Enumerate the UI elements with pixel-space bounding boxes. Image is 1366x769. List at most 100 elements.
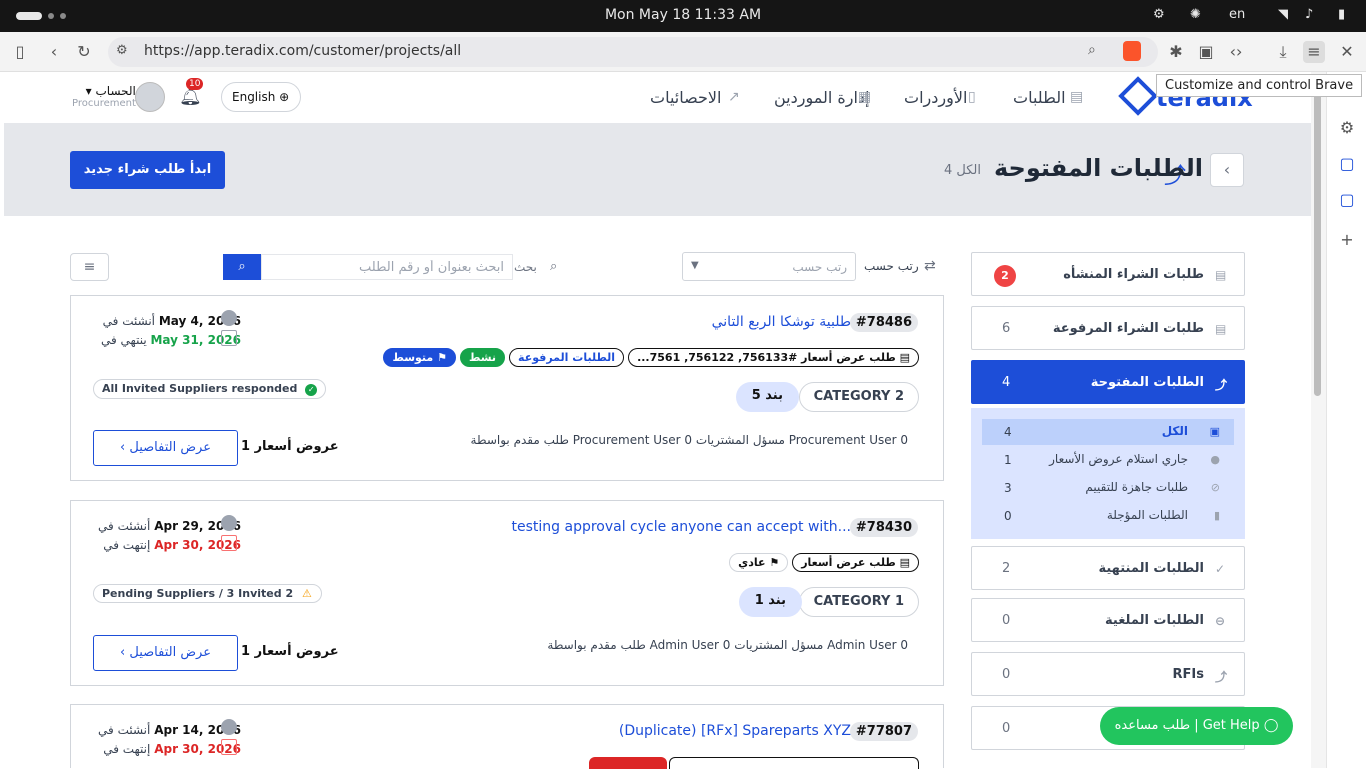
category-pill: CATEGORY 1 — [798, 587, 919, 617]
request-id: #78486 — [849, 313, 918, 332]
menu-icon[interactable]: ≡ — [1303, 41, 1325, 63]
offers-count[interactable]: 1 عروض أسعار — [241, 439, 339, 454]
check-circle-icon: ✓ — [1215, 562, 1226, 576]
inbox-icon: ▤ — [1215, 322, 1227, 336]
wallet-icon[interactable]: ▣ — [1195, 41, 1217, 63]
tag-list: ▤ طلب عرض أسعار #756133, 756122, 7561...… — [383, 348, 919, 367]
page-banner: ‹ ⤴ الطلبات المفتوحة 4 الكل ابدأ طلب شرا… — [4, 124, 1311, 216]
volume-icon[interactable]: ♪ — [1305, 7, 1313, 22]
draft-count-badge: 2 — [994, 265, 1016, 287]
wifi-icon[interactable]: ◥ — [1278, 7, 1288, 22]
sidebar-item-open-requests[interactable]: ⤴ الطلبات المفتوحة 4 — [971, 360, 1245, 404]
priority-tag: ⚑ متوسط — [383, 348, 456, 367]
sidebar-item-ended-requests[interactable]: ✓ الطلبات المنتهية 2 — [971, 546, 1245, 590]
os-language[interactable]: en — [1229, 7, 1245, 22]
nav-orders[interactable]: الأوردرات — [904, 88, 967, 107]
rfq-tag[interactable]: ▤ طلب عرض أسعار #756133, 756122, 7561... — [628, 348, 919, 367]
clock-icon — [221, 719, 237, 735]
eye-off-icon: ⊘ — [1210, 481, 1220, 494]
table-icon: ▦ — [858, 89, 872, 105]
logo-mark — [1118, 76, 1158, 116]
submitted-tag: الطلبات المرفوعة — [509, 348, 625, 367]
menu-tooltip: Customize and control Brave — [1156, 74, 1363, 97]
whatsapp-icon: ◯ — [1263, 718, 1279, 733]
request-card: #78486 طلبية توشكا الربع التاني ▤ طلب عر… — [70, 295, 944, 481]
browser-side-panel: ⚙ ▢ ▢ + — [1326, 72, 1366, 768]
sidebar-item-rfis[interactable]: ⤴ RFIs 0 — [971, 652, 1245, 696]
open-requests-subnav: ▣ الكل 4 ● جاري استلام عروض الأسعار 1 ⊘ طلبات… — [971, 408, 1245, 539]
address-bar[interactable]: ⚙ https://app.teradix.com/customer/proje… — [108, 37, 1158, 67]
add-icon[interactable]: + — [1337, 230, 1357, 250]
chart-icon: ↗ — [728, 89, 740, 105]
rfq-tag[interactable] — [669, 757, 919, 769]
reload-icon[interactable]: ↻ — [73, 41, 95, 63]
chat-icon[interactable]: ▢ — [1337, 154, 1357, 174]
subnav-item-receiving-quotes[interactable]: ● جاري استلام عروض الأسعار 1 — [982, 447, 1234, 473]
request-title[interactable]: طلبية توشكا الربع التاني — [712, 314, 851, 330]
view-menu-button[interactable]: ≡ — [70, 253, 109, 281]
brave-shields-icon[interactable] — [1123, 41, 1141, 61]
drop-icon: ● — [1210, 453, 1220, 466]
close-window-icon[interactable]: ✕ — [1336, 41, 1358, 63]
site-settings-icon[interactable]: ⚙ — [116, 43, 128, 58]
search-button[interactable]: ⌕ — [223, 254, 261, 280]
sidebar-item-submitted-requests[interactable]: ▤ طلبات الشراء المرفوعة 6 — [971, 306, 1245, 350]
search-label: بحث — [514, 260, 537, 274]
clock-icon — [221, 310, 237, 326]
view-details-button[interactable]: ‹ عرض التفاصيل — [93, 430, 238, 466]
settings-icon[interactable]: ⚙ — [1153, 7, 1165, 22]
account-menu[interactable]: ▾ الحساب Procurement — [72, 84, 136, 109]
briefcase-icon: ▣ — [1209, 425, 1220, 438]
request-title[interactable]: testing approval cycle anyone can accept… — [512, 519, 852, 535]
brightness-icon[interactable]: ✺ — [1190, 7, 1201, 22]
tag-list: ▤ طلب عرض أسعار ⚑ عادي — [729, 553, 919, 572]
new-purchase-request-button[interactable]: ابدأ طلب شراء جديد — [70, 151, 225, 189]
inbox-icon: ▤ — [1070, 89, 1084, 105]
sort-select[interactable]: ▼ رتب حسب — [682, 252, 856, 281]
back-icon[interactable]: ‹ — [43, 41, 65, 63]
priority-tag — [589, 757, 667, 769]
language-toggle[interactable]: English ⊕ — [221, 82, 301, 112]
url-text[interactable]: https://app.teradix.com/customer/project… — [144, 43, 461, 59]
browser-toolbar: ▯ ‹ ↻ ⚙ https://app.teradix.com/customer… — [0, 32, 1366, 72]
chevron-down-icon: ▼ — [691, 260, 699, 271]
scroll-thumb[interactable] — [1314, 76, 1321, 396]
battery-icon[interactable]: ▮ — [1338, 7, 1345, 22]
request-card: #78430 testing approval cycle anyone can… — [70, 500, 944, 686]
gear-icon[interactable]: ⚙ — [1337, 118, 1357, 138]
extensions-icon[interactable]: ✱ — [1165, 41, 1187, 63]
scrollbar[interactable] — [1311, 72, 1326, 768]
account-role: Procurement — [72, 98, 136, 109]
get-help-button[interactable]: طلب مساعده | Get Help ◯ — [1100, 707, 1293, 745]
rfq-tag[interactable]: ▤ طلب عرض أسعار — [792, 553, 919, 572]
request-title[interactable]: (Duplicate) [RFx] Spareparts XYZ — [619, 723, 851, 739]
subnav-item-postponed[interactable]: ▮ الطلبات المؤجلة 0 — [982, 503, 1234, 529]
language-label: English — [232, 90, 276, 104]
search-icon: ⌕ — [550, 259, 558, 274]
sidebar-item-draft-requests[interactable]: ▤ طلبات الشراء المنشأه 2 — [971, 252, 1245, 296]
app-header: teradix الطلبات ▤ الأوردرات ▯ إدارة المو… — [4, 72, 1311, 124]
account-label: الحساب — [95, 84, 136, 98]
subnav-item-ready-evaluation[interactable]: ⊘ طلبات جاهزة للتقييم 3 — [982, 475, 1234, 501]
collapse-sidebar-button[interactable]: ‹ — [1210, 153, 1244, 187]
minus-circle-icon: ⊖ — [1215, 614, 1226, 628]
download-icon[interactable]: ⤓ — [1272, 41, 1294, 63]
category-pill: CATEGORY 2 — [798, 382, 919, 412]
view-details-button[interactable]: ‹ عرض التفاصيل — [93, 635, 238, 671]
search-input[interactable] — [261, 254, 513, 280]
nav-statistics[interactable]: الاحصائيات — [650, 88, 721, 107]
offers-count[interactable]: 1 عروض أسعار — [241, 644, 339, 659]
zoom-icon[interactable]: ⌕ — [1088, 42, 1096, 58]
chat-icon[interactable]: ▢ — [1337, 190, 1357, 210]
dev-tools-icon[interactable]: ‹› — [1225, 41, 1247, 63]
nav-requests[interactable]: الطلبات — [1013, 88, 1066, 107]
nav-suppliers[interactable]: إدارة الموردين — [774, 88, 870, 107]
sidebar-toggle-icon[interactable]: ▯ — [9, 41, 31, 63]
sort-icon: ⇄ — [924, 258, 936, 274]
avatar[interactable] — [135, 82, 165, 112]
globe-icon: ⊕ — [279, 90, 290, 104]
request-dates: أنشئت في Apr 29, 2026 إنتهت في Apr 30, 2… — [98, 519, 241, 552]
sidebar-item-cancelled-requests[interactable]: ⊖ الطلبات الملغية 0 — [971, 598, 1245, 642]
subnav-item-all[interactable]: ▣ الكل 4 — [982, 419, 1234, 445]
calendar-icon — [221, 739, 237, 755]
